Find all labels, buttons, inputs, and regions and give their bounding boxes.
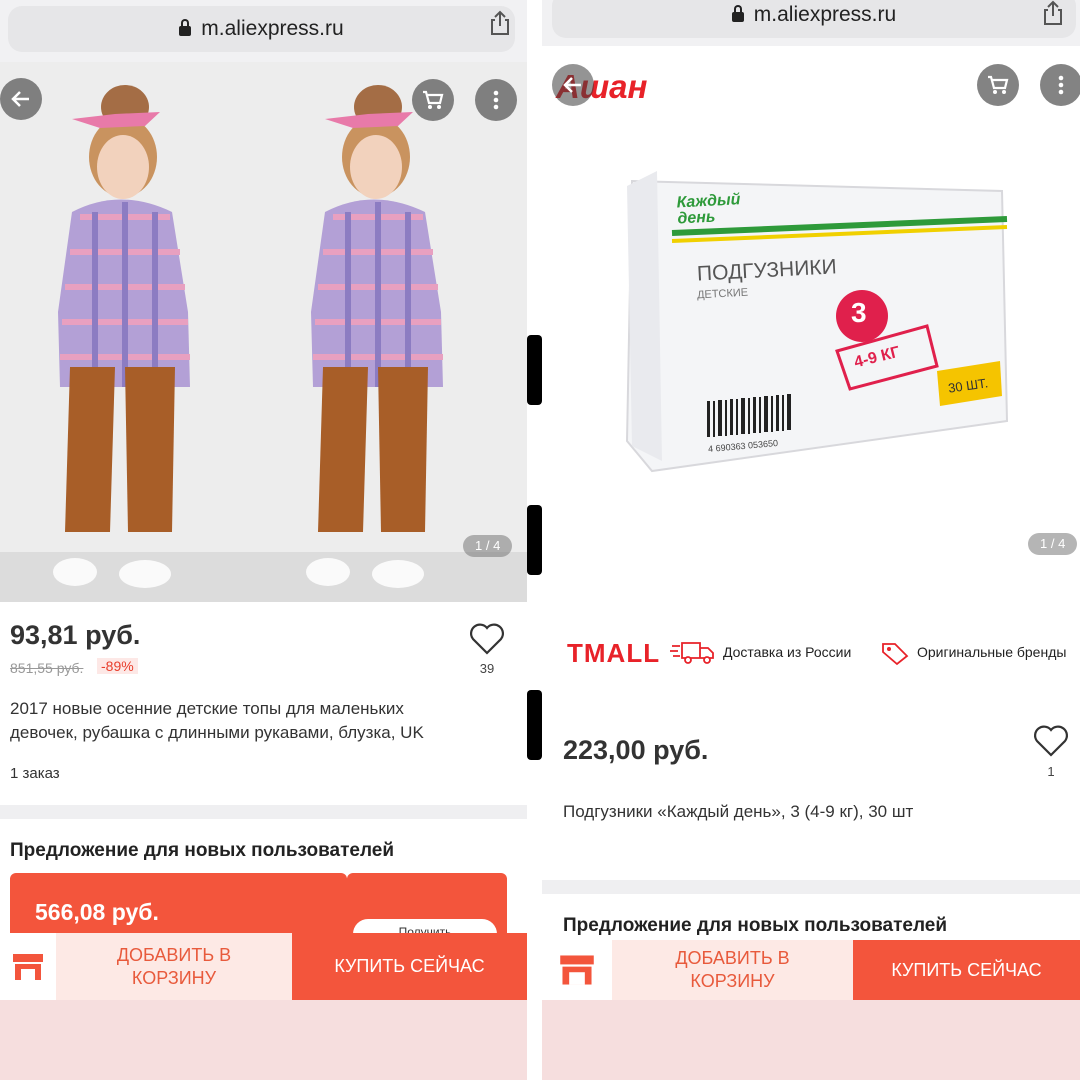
store-button[interactable] <box>542 940 612 1000</box>
product-title-line-2: девочек, рубашка с длинными рукавами, бл… <box>10 723 424 742</box>
share-icon[interactable] <box>487 10 513 36</box>
product-title: 2017 новые осенние детские топы для мале… <box>10 697 424 745</box>
add-to-cart-line-2: КОРЗИНУ <box>690 971 775 991</box>
arrow-left-icon <box>11 91 29 107</box>
product-price: 93,81 руб. <box>10 620 141 650</box>
tag-icon <box>882 643 909 666</box>
more-button[interactable] <box>475 79 517 121</box>
background-letter <box>527 335 542 405</box>
brands-badge: Оригинальные бренды <box>917 644 1067 660</box>
tmall-logo: TMALL <box>567 638 661 668</box>
heart-icon[interactable] <box>469 622 505 656</box>
heart-icon[interactable] <box>1033 724 1069 758</box>
barcode-lines <box>707 394 791 437</box>
lock-icon <box>179 19 192 36</box>
store-icon <box>560 955 594 985</box>
image-counter: 1 / 4 <box>463 535 513 557</box>
store-badges: TMALL Доставка из России Оригинальные бр… <box>542 636 1080 670</box>
bottom-action-bar: ДОБАВИТЬ В КОРЗИНУ КУПИТЬ СЕЙЧАС <box>542 940 1080 1000</box>
address-bar[interactable]: m.aliexpress.ru <box>8 6 515 52</box>
cart-icon <box>988 75 1009 94</box>
browser-toolbar: m.aliexpress.ru <box>542 0 1080 46</box>
url-text: m.aliexpress.ru <box>753 3 897 26</box>
middle-divider <box>527 0 542 1080</box>
share-icon[interactable] <box>1040 0 1066 26</box>
bottom-action-bar: ДОБАВИТЬ В КОРЗИНУ КУПИТЬ СЕЙЧАС <box>0 933 527 1000</box>
diaper-package: Каждый день ПОДГУЗНИКИ ДЕТСКИЕ 3 4-9 КГ … <box>622 161 1012 481</box>
likes-count: 1 <box>1047 764 1055 779</box>
image-counter: 1 / 4 <box>1028 533 1078 555</box>
more-button[interactable] <box>1040 64 1080 106</box>
lock-icon <box>731 5 744 22</box>
product-image[interactable]: Ашан Каждый день ПОДГУЗНИКИ ДЕТСКИЕ 3 4-… <box>542 46 1080 566</box>
arrow-left-icon <box>563 77 581 93</box>
old-price: 851,55 руб. <box>10 660 84 676</box>
back-button[interactable] <box>0 78 42 120</box>
address-bar[interactable]: m.aliexpress.ru <box>552 0 1076 38</box>
browser-toolbar: m.aliexpress.ru <box>0 0 527 62</box>
coupon-price: 566,08 руб. <box>35 899 159 925</box>
buy-now-button[interactable]: КУПИТЬ СЕЙЧАС <box>292 933 527 1000</box>
back-button[interactable] <box>552 64 594 106</box>
delivery-badge: Доставка из России <box>723 644 852 660</box>
store-button[interactable] <box>0 933 56 1000</box>
section-divider <box>0 805 527 819</box>
add-to-cart-line-2: КОРЗИНУ <box>131 967 217 988</box>
package-brand: Каждый день <box>676 191 741 228</box>
section-divider <box>542 880 1080 894</box>
background-letter <box>527 690 542 760</box>
add-to-cart-button[interactable]: ДОБАВИТЬ В КОРЗИНУ <box>612 940 853 1000</box>
product-price: 223,00 руб. <box>563 735 709 765</box>
url-text: m.aliexpress.ru <box>201 17 344 40</box>
product-title: Подгузники «Каждый день», 3 (4-9 кг), 30… <box>563 802 914 821</box>
new-user-offer-heading: Предложение для новых пользователей <box>10 840 395 861</box>
orders-count: 1 заказ <box>10 765 60 782</box>
cart-button[interactable] <box>977 64 1019 106</box>
left-product-screen: m.aliexpress.ru 1 / 4 93,81 руб. 851,55 … <box>0 0 527 1000</box>
product-title-line-1: 2017 новые осенние детские топы для мале… <box>10 699 404 718</box>
discount-badge: -89% <box>97 658 138 674</box>
package-size: 3 <box>851 297 867 328</box>
right-product-screen: m.aliexpress.ru Ашан Каждый день ПОДГУЗН… <box>542 0 1080 1000</box>
cart-button[interactable] <box>412 79 454 121</box>
new-user-offer-heading: Предложение для новых пользователей <box>563 915 948 936</box>
add-to-cart-button[interactable]: ДОБАВИТЬ В КОРЗИНУ <box>56 933 292 1000</box>
girl-photo <box>0 62 527 602</box>
more-vertical-icon <box>1058 75 1064 95</box>
store-icon <box>13 953 43 980</box>
likes-count: 39 <box>479 661 495 676</box>
delivery-truck-icon <box>670 642 714 664</box>
buy-now-button[interactable]: КУПИТЬ СЕЙЧАС <box>853 940 1080 1000</box>
product-image[interactable]: 1 / 4 <box>0 62 527 602</box>
more-vertical-icon <box>493 90 499 110</box>
background-letter <box>527 505 542 575</box>
add-to-cart-line-1: ДОБАВИТЬ В <box>116 944 232 965</box>
cart-icon <box>423 90 444 109</box>
add-to-cart-line-1: ДОБАВИТЬ В <box>675 948 790 968</box>
